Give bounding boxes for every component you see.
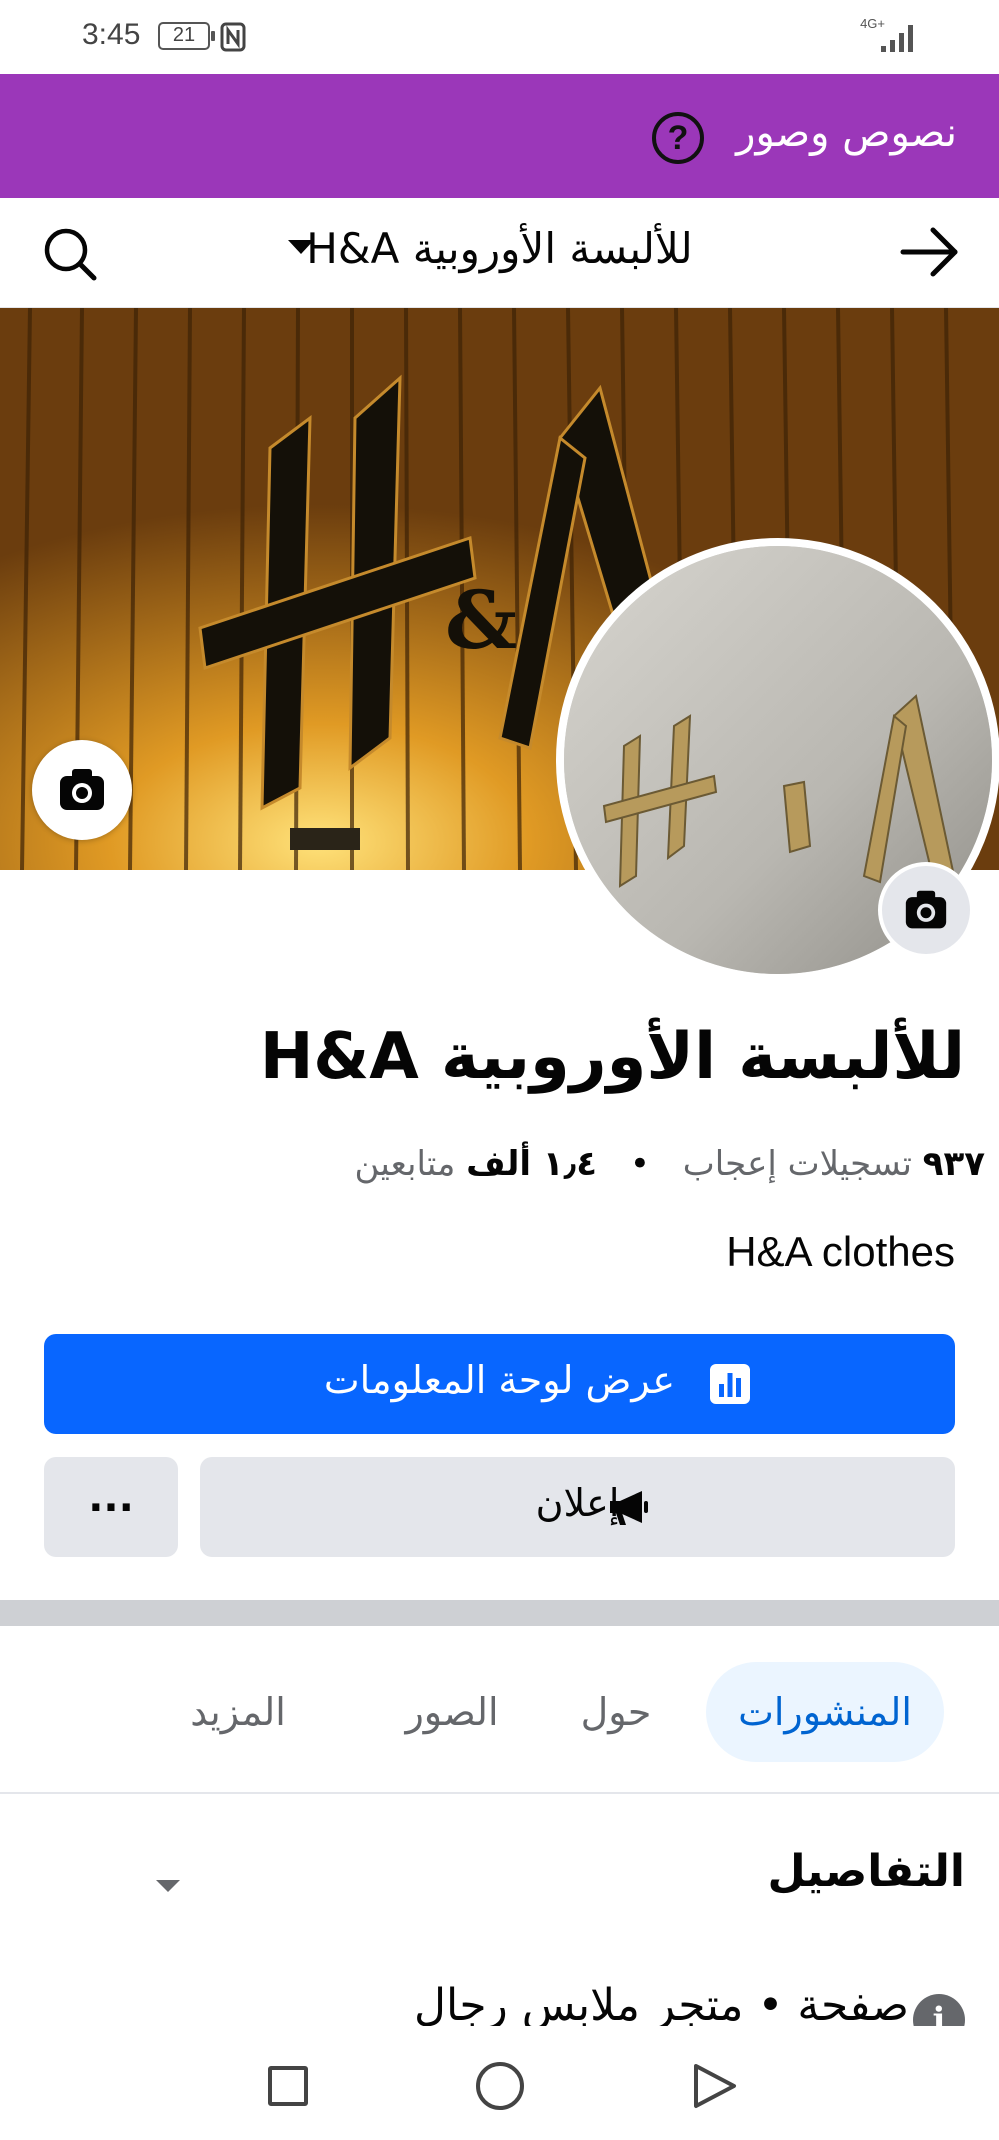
profile-tabs: المنشورات حول الصور المزيد bbox=[0, 1626, 999, 1794]
tab-more[interactable]: المزيد bbox=[150, 1662, 326, 1762]
nfc-icon bbox=[220, 22, 246, 52]
page-title: H&A للألبسة الأوروبية bbox=[259, 1020, 965, 1094]
stats-separator: • bbox=[629, 1144, 650, 1184]
arrow-right-icon[interactable] bbox=[897, 222, 963, 282]
tab-about[interactable]: حول bbox=[556, 1662, 676, 1762]
followers-count: ١٫٤ ألف bbox=[466, 1144, 598, 1184]
details-category: صفحة • متجر ملابس رجال bbox=[413, 1980, 909, 2031]
bar-chart-icon bbox=[710, 1364, 750, 1404]
details-heading: التفاصيل bbox=[767, 1846, 965, 1897]
chevron-down-icon[interactable] bbox=[156, 1880, 180, 1892]
banner-label: نصوص وصور bbox=[736, 110, 957, 156]
advertise-button[interactable]: إعلان bbox=[200, 1457, 955, 1557]
camera-icon[interactable] bbox=[878, 862, 974, 958]
tab-photos[interactable]: الصور bbox=[378, 1662, 526, 1762]
camera-icon[interactable] bbox=[32, 740, 132, 840]
signal-icon bbox=[881, 25, 913, 52]
status-time: 3:45 bbox=[82, 18, 141, 51]
page-stats: ٩٣٧ تسجيلات إعجاب • ١٫٤ ألف متابعين bbox=[354, 1144, 985, 1184]
status-bar: 3:45 21 4G+ bbox=[0, 0, 999, 74]
question-circle-icon[interactable]: ? bbox=[652, 112, 704, 164]
home-icon[interactable] bbox=[476, 2062, 524, 2110]
more-options-button[interactable]: ... bbox=[44, 1457, 178, 1557]
more-options-label: ... bbox=[88, 1475, 134, 1521]
view-dashboard-label: عرض لوحة المعلومات bbox=[323, 1358, 676, 1402]
svg-text:&: & bbox=[445, 573, 517, 667]
caret-down-icon[interactable] bbox=[288, 240, 314, 254]
advertise-label: إعلان bbox=[535, 1481, 620, 1525]
megaphone-icon bbox=[610, 1491, 648, 1525]
page-bio: H&A clothes bbox=[726, 1228, 955, 1275]
followers-label[interactable]: متابعين bbox=[354, 1144, 455, 1184]
section-divider bbox=[0, 1600, 999, 1626]
recents-icon[interactable] bbox=[268, 2066, 308, 2106]
back-icon[interactable] bbox=[688, 2060, 740, 2112]
page-header: H&A للألبسة الأوروبية bbox=[0, 198, 999, 308]
text-and-photos-banner[interactable]: نصوص وصور bbox=[0, 74, 999, 198]
likes-label[interactable]: تسجيلات إعجاب bbox=[683, 1144, 912, 1184]
system-navigation-bar bbox=[0, 2026, 999, 2140]
view-dashboard-button[interactable]: عرض لوحة المعلومات bbox=[44, 1334, 955, 1434]
tab-posts[interactable]: المنشورات bbox=[706, 1662, 944, 1762]
battery-icon: 21 bbox=[158, 22, 215, 50]
likes-count: ٩٣٧ bbox=[922, 1144, 985, 1184]
header-title[interactable]: H&A للألبسة الأوروبية bbox=[0, 224, 999, 273]
